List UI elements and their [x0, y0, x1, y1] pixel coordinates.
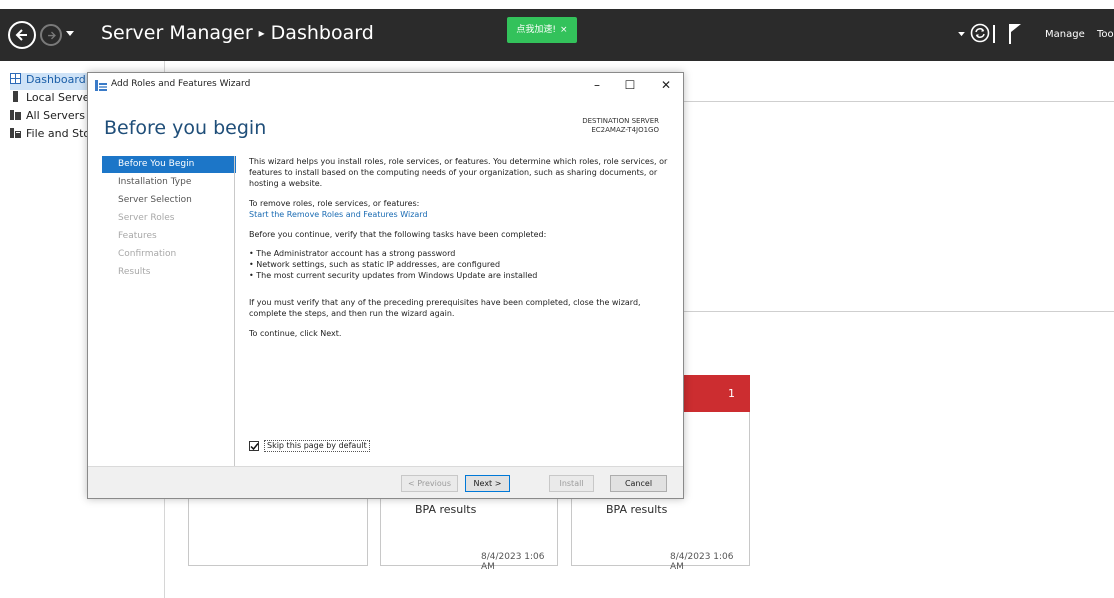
tools-menu[interactable]: Tool	[1097, 29, 1114, 40]
list-item: • Network settings, such as static IP ad…	[249, 260, 501, 269]
skip-page-checkbox[interactable]	[249, 441, 259, 451]
wizard-step-server-roles: Server Roles	[118, 213, 175, 223]
verify-note-line: If you must verify that any of the prece…	[249, 298, 641, 307]
wizard-titlebar[interactable]: Add Roles and Features Wizard – ☐ ✕	[88, 73, 683, 97]
tile-bpa-label[interactable]: BPA results	[606, 503, 667, 516]
tile-timestamp: 8/4/2023 1:06 AM	[481, 552, 545, 572]
notification-chip-label: 点我加速!	[516, 25, 557, 35]
next-button[interactable]: Next >	[465, 475, 510, 492]
install-button[interactable]: Install	[549, 475, 594, 492]
tile-timestamp: 8/4/2023 1:06 AM	[670, 552, 734, 572]
forward-arrow-icon	[48, 31, 56, 40]
breadcrumb-separator: ▸	[258, 26, 265, 40]
wizard-step-before-you-begin[interactable]: Before You Begin	[102, 156, 236, 173]
cancel-button[interactable]: Cancel	[610, 475, 667, 492]
back-arrow-icon	[15, 29, 27, 41]
verify-intro: Before you continue, verify that the fol…	[249, 230, 547, 239]
notification-chip[interactable]: 点我加速! ×	[507, 17, 577, 43]
tile-bpa-label[interactable]: BPA results	[415, 503, 476, 516]
intro-line: features to install based on the computi…	[249, 168, 658, 177]
wizard-footer: < Previous Next > Install Cancel	[88, 466, 683, 498]
minimize-button[interactable]: –	[582, 75, 612, 95]
prerequisites-list: • The Administrator account has a strong…	[249, 248, 669, 281]
refresh-dropdown-icon[interactable]	[958, 32, 965, 37]
continue-text: To continue, click Next.	[249, 329, 342, 338]
intro-line: This wizard helps you install roles, rol…	[249, 157, 668, 166]
wizard-step-results: Results	[118, 267, 151, 277]
previous-button[interactable]: < Previous	[401, 475, 458, 492]
forward-button[interactable]	[40, 24, 62, 46]
close-button[interactable]: ✕	[651, 75, 681, 95]
sidebar-item-label: All Servers	[26, 109, 85, 122]
history-dropdown-icon[interactable]	[66, 31, 74, 37]
page-title: Dashboard	[270, 22, 374, 44]
remove-roles-section: To remove roles, role services, or featu…	[249, 198, 669, 220]
sidebar-item-label: Local Server	[26, 91, 95, 104]
destination-server-name: EC2AMAZ-T4JO1GO	[591, 126, 659, 134]
intro-text: This wizard helps you install roles, rol…	[249, 156, 669, 189]
wizard-steps-divider	[234, 156, 235, 466]
wizard-app-icon	[95, 80, 107, 91]
wizard-step-installation-type[interactable]: Installation Type	[102, 174, 236, 191]
dashboard-divider	[684, 101, 1114, 102]
dashboard-icon	[10, 73, 21, 84]
servers-icon	[10, 110, 21, 120]
wizard-steps: Before You Begin Installation Type Serve…	[102, 156, 236, 466]
checkmark-icon	[250, 443, 259, 451]
file-storage-icon	[10, 128, 21, 138]
back-button[interactable]	[8, 21, 36, 49]
verify-note: If you must verify that any of the prece…	[249, 297, 669, 319]
notifications-flag-icon[interactable]	[1008, 23, 1022, 45]
manage-menu[interactable]: Manage	[1045, 29, 1085, 40]
verify-note-line: complete the steps, and then run the wiz…	[249, 309, 455, 318]
dashboard-divider	[684, 311, 1114, 312]
alert-count-badge[interactable]: 1	[684, 375, 750, 412]
destination-server-label: DESTINATION SERVER	[582, 117, 659, 125]
list-item: • The Administrator account has a strong…	[249, 249, 456, 258]
server-manager-header: Server Manager ▸ Dashboard 点我加速! × Manage T…	[0, 9, 1114, 61]
refresh-icon[interactable]	[970, 23, 990, 43]
intro-line: hosting a website.	[249, 179, 323, 188]
add-roles-wizard-dialog: Add Roles and Features Wizard – ☐ ✕ Befo…	[87, 72, 684, 499]
maximize-button[interactable]: ☐	[615, 75, 645, 95]
list-item: • The most current security updates from…	[249, 271, 538, 280]
remove-roles-wizard-link[interactable]: Start the Remove Roles and Features Wiza…	[249, 209, 669, 220]
app-title: Server Manager	[101, 22, 253, 44]
header-divider	[993, 25, 995, 43]
wizard-step-features: Features	[118, 231, 157, 241]
server-icon	[13, 91, 18, 102]
skip-page-checkbox-label[interactable]: Skip this page by default	[264, 440, 370, 452]
alert-count: 1	[728, 387, 735, 400]
prerequisite-text: The Administrator account has a strong p…	[256, 249, 456, 258]
wizard-step-server-selection[interactable]: Server Selection	[102, 192, 236, 209]
wizard-step-confirmation: Confirmation	[118, 249, 177, 259]
prerequisite-text: The most current security updates from W…	[256, 271, 538, 280]
notification-close-icon[interactable]: ×	[560, 25, 568, 35]
sidebar-item-label: Dashboard	[26, 73, 86, 86]
remove-roles-label: To remove roles, role services, or featu…	[249, 199, 420, 208]
breadcrumb: Server Manager ▸ Dashboard	[101, 22, 374, 44]
wizard-heading: Before you begin	[104, 117, 267, 139]
wizard-window-title: Add Roles and Features Wizard	[111, 79, 251, 89]
prerequisite-text: Network settings, such as static IP addr…	[256, 260, 501, 269]
